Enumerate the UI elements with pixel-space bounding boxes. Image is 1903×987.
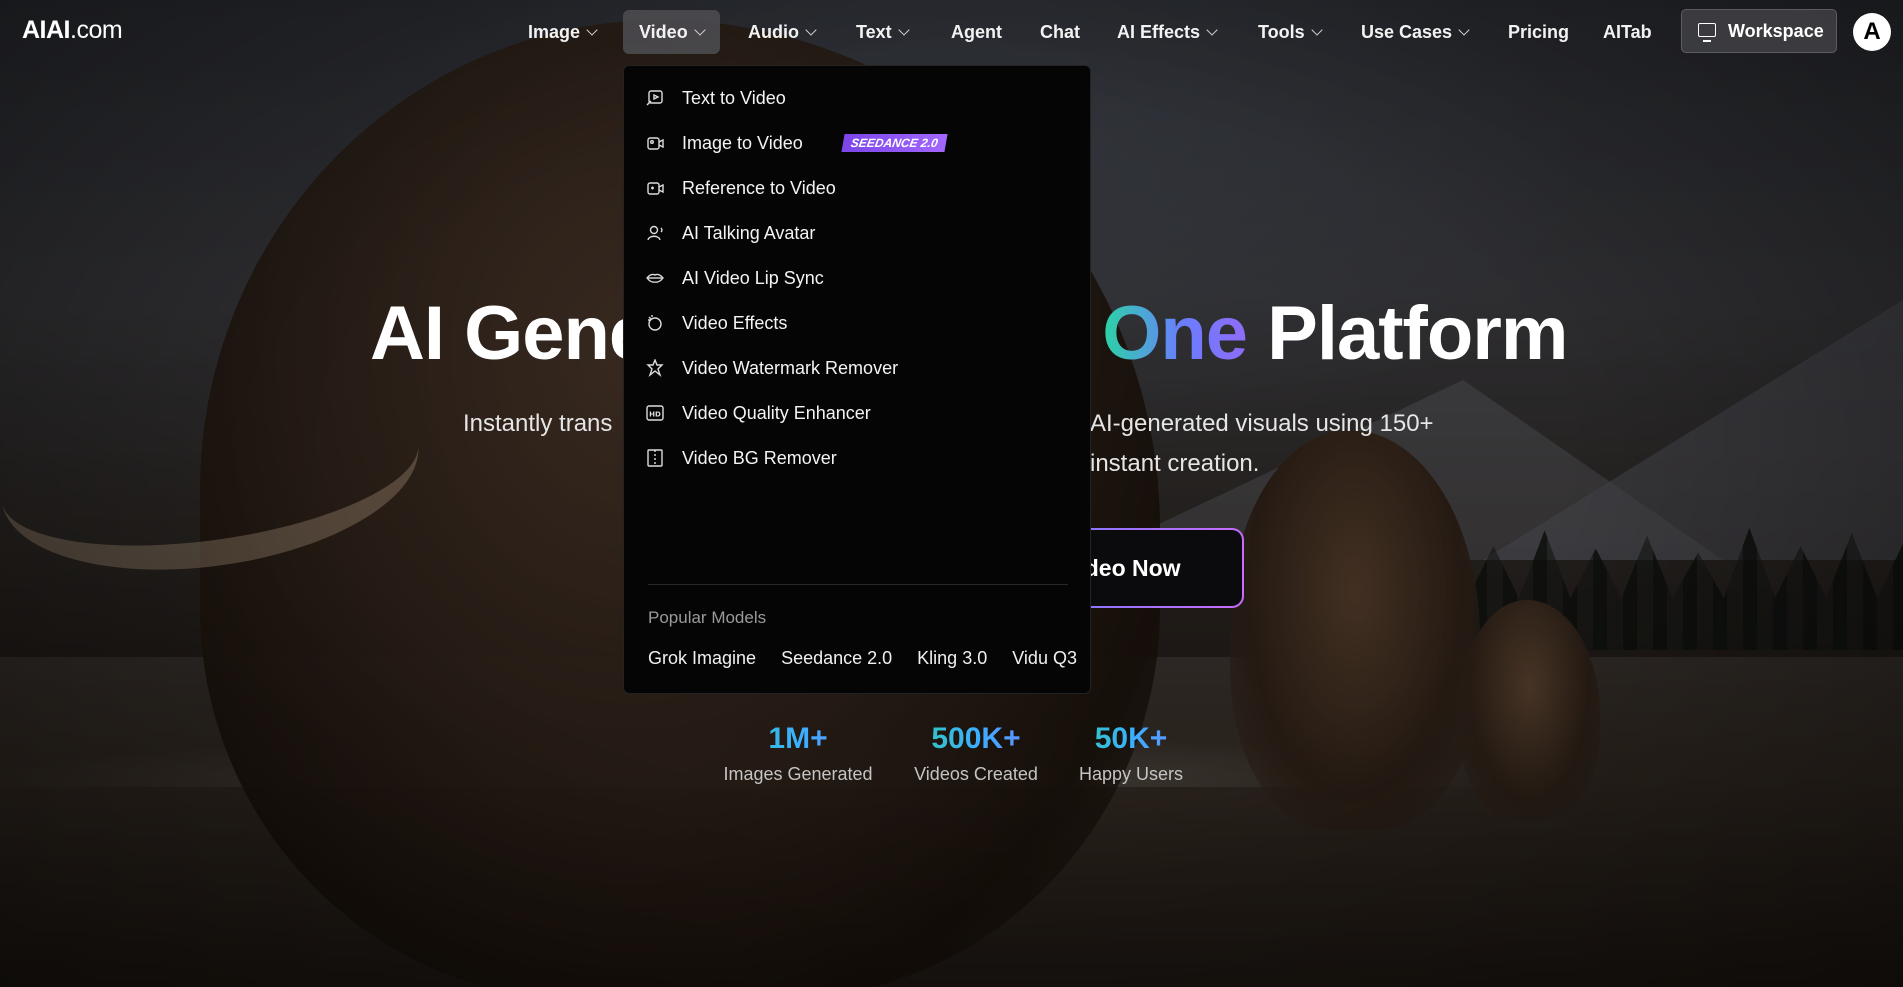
nav-item-label: AI Effects [1117, 22, 1201, 42]
menu-item-label: Video BG Remover [682, 448, 837, 468]
lips-icon [646, 273, 664, 283]
hero-title-part1: AI Gene [370, 291, 651, 376]
menu-item-label: AI Video Lip Sync [682, 268, 824, 288]
menu-item-label: Video Watermark Remover [682, 358, 899, 378]
nav-item-tools[interactable]: Tools [1242, 10, 1337, 54]
nav-item-label: Video [639, 22, 688, 42]
menu-item-video-bg-remover[interactable]: Video BG Remover [646, 436, 1070, 480]
hero-subtitle-left: Instantly trans [463, 410, 613, 437]
image-video-icon [647, 137, 664, 150]
nav-item-label: Audio [748, 22, 799, 42]
chevron-down-icon [1206, 24, 1218, 36]
menu-item-label: Reference to Video [682, 178, 836, 198]
avatar-letter: A [1863, 18, 1881, 45]
nav-item-chat[interactable]: Chat [1024, 10, 1096, 54]
seedance-badge: SEEDANCE 2.0 [841, 134, 948, 152]
popular-models-heading: Popular Models [648, 608, 767, 627]
nav-item-ai-effects[interactable]: AI Effects [1101, 10, 1232, 54]
nav-item-label: AITab [1603, 22, 1652, 42]
nav-item-label: Tools [1258, 22, 1305, 42]
menu-item-label: AI Talking Avatar [682, 223, 816, 243]
nav-item-image[interactable]: Image [512, 10, 612, 54]
menu-item-image-to-video[interactable]: Image to Video SEEDANCE 2.0 [646, 121, 1070, 165]
hero-subtitle-right: AI-generated visuals using 150+ [1090, 410, 1434, 437]
menu-item-video-quality-enhancer[interactable]: HD Video Quality Enhancer [646, 391, 1070, 435]
nav-item-label: Chat [1040, 22, 1080, 42]
menu-item-label: Text to Video [682, 88, 786, 108]
stat-users: 50K+ Happy Users [1056, 722, 1206, 785]
stat-value: 50K+ [1056, 722, 1206, 756]
watermark-icon [646, 359, 664, 377]
stat-label: Videos Created [914, 764, 1038, 784]
top-navigation: AIAI.com Image Video Audio Text Agent Ch… [0, 0, 1903, 62]
bg-remover-icon [647, 449, 663, 467]
chevron-down-icon [694, 24, 706, 36]
avatar-icon [647, 225, 663, 241]
menu-item-ai-talking-avatar[interactable]: AI Talking Avatar [646, 211, 1070, 255]
avatar[interactable]: A [1853, 13, 1891, 51]
chevron-down-icon [805, 24, 817, 36]
menu-item-reference-to-video[interactable]: Reference to Video [646, 166, 1070, 210]
nav-item-label: Image [528, 22, 581, 42]
nav-item-label: Text [856, 22, 892, 42]
hero-title-highlight: One [1102, 291, 1248, 376]
svg-text:HD: HD [649, 411, 661, 419]
nav-item-video[interactable]: Video [623, 10, 720, 54]
stat-label: Images Generated [723, 764, 873, 784]
menu-item-label: Image to Video [682, 133, 803, 153]
nav-item-label: Agent [951, 22, 1002, 42]
nav-item-agent[interactable]: Agent [935, 10, 1018, 54]
hero-title-part2: Platform [1247, 291, 1568, 376]
menu-item-label: Video Effects [682, 313, 788, 333]
stat-value: 500K+ [896, 722, 1056, 756]
chevron-down-icon [1458, 24, 1470, 36]
hd-icon: HD [646, 405, 664, 421]
workspace-button[interactable]: Workspace [1681, 9, 1837, 53]
nav-item-text[interactable]: Text [840, 10, 924, 54]
chevron-down-icon [586, 24, 598, 36]
hero-subtitle-line2: instant creation. [1090, 450, 1260, 477]
menu-divider [648, 584, 1068, 585]
nav-item-pricing[interactable]: Pricing [1492, 10, 1585, 54]
stat-value: 1M+ [700, 722, 896, 756]
nav-item-use-cases[interactable]: Use Cases [1345, 10, 1484, 54]
chevron-down-icon [898, 24, 910, 36]
stat-images: 1M+ Images Generated [700, 722, 896, 785]
reference-video-icon [647, 182, 664, 195]
model-link-kling[interactable]: Kling 3.0 [917, 648, 987, 668]
model-link-vidu[interactable]: Vidu Q3 [1012, 648, 1077, 668]
nav-item-label: Use Cases [1361, 22, 1453, 42]
nav-item-audio[interactable]: Audio [732, 10, 831, 54]
popular-models-list: Grok Imagine Seedance 2.0 Kling 3.0 Vidu… [648, 648, 1097, 669]
logo-name: AIAI [22, 16, 71, 44]
workspace-label: Workspace [1728, 21, 1824, 41]
effects-icon [648, 315, 662, 331]
stat-videos: 500K+ Videos Created [896, 722, 1056, 785]
model-link-seedance[interactable]: Seedance 2.0 [781, 648, 892, 668]
menu-item-text-to-video[interactable]: Text to Video [646, 76, 1070, 120]
video-dropdown-menu: Text to Video Image to Video SEEDANCE 2.… [623, 65, 1091, 694]
menu-item-video-effects[interactable]: Video Effects [646, 301, 1070, 345]
chevron-down-icon [1311, 24, 1323, 36]
menu-item-ai-video-lip-sync[interactable]: AI Video Lip Sync [646, 256, 1070, 300]
monitor-icon [1698, 23, 1716, 42]
menu-item-video-watermark-remover[interactable]: Video Watermark Remover [646, 346, 1070, 390]
nav-item-label: Pricing [1508, 22, 1570, 42]
nav-item-aitab[interactable]: AITab [1587, 10, 1668, 54]
text-video-icon [646, 90, 663, 106]
menu-item-label: Video Quality Enhancer [682, 403, 871, 423]
stat-label: Happy Users [1078, 764, 1184, 784]
logo-tld: .com [70, 16, 123, 44]
model-link-grok-imagine[interactable]: Grok Imagine [648, 648, 756, 668]
site-logo[interactable]: AIAI.com [22, 16, 123, 45]
